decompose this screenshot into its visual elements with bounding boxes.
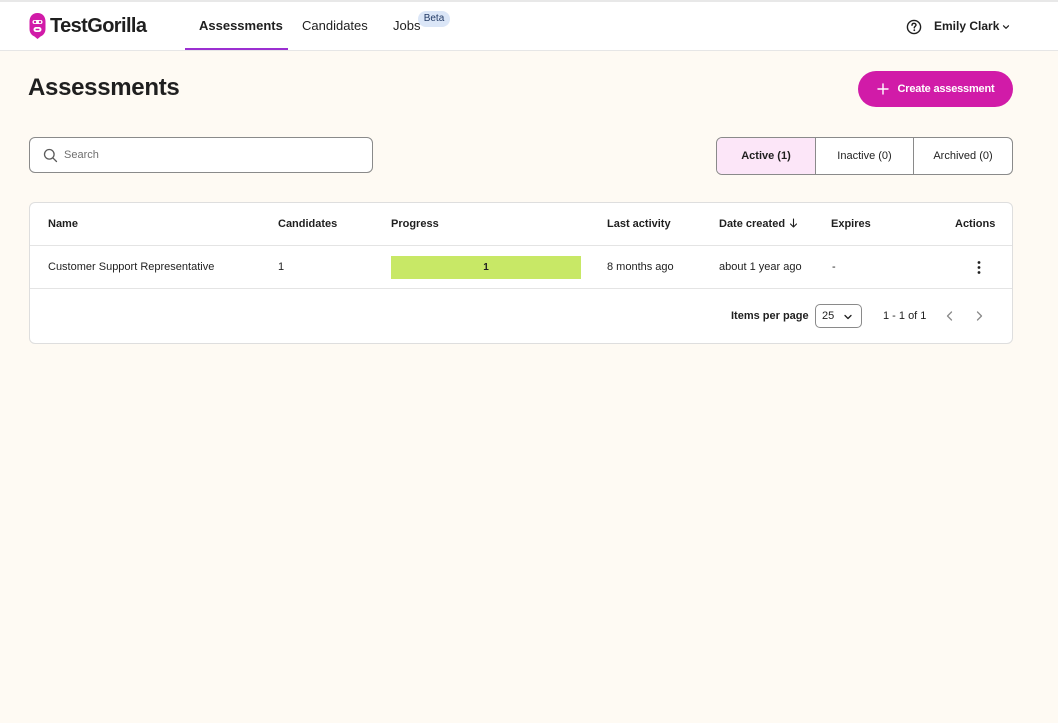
question-circle-icon[interactable]	[906, 19, 922, 35]
column-header-last-activity[interactable]: Last activity	[607, 217, 671, 231]
arrow-down-icon	[789, 218, 798, 228]
chevron-down-icon[interactable]	[1001, 22, 1011, 32]
progress-count: 1	[483, 262, 489, 273]
cell-name[interactable]: Customer Support Representative	[48, 260, 214, 274]
column-header-date-created[interactable]: Date created	[719, 217, 798, 231]
tab-inactive[interactable]: Inactive (0)	[816, 138, 914, 174]
cell-candidates: 1	[278, 261, 285, 273]
chevron-down-icon	[844, 314, 852, 320]
status-tabs: Active (1) Inactive (0) Archived (0)	[716, 137, 1013, 175]
column-header-expires[interactable]: Expires	[831, 217, 871, 231]
items-per-page-select[interactable]: 25	[815, 304, 862, 328]
more-actions-icon[interactable]	[973, 260, 985, 275]
tab-active[interactable]: Active (1)	[717, 138, 816, 174]
plus-icon	[876, 83, 889, 95]
page-title: Assessments	[28, 74, 180, 101]
assessments-table: Name Candidates Progress Last activity D…	[29, 202, 1013, 344]
user-menu-name[interactable]: Emily Clark	[934, 19, 999, 34]
beta-badge: Beta	[418, 11, 450, 27]
search-icon	[43, 148, 58, 163]
nav-assessments[interactable]: Assessments	[199, 2, 283, 50]
gorilla-logo-icon	[29, 13, 46, 39]
row-divider	[30, 288, 1012, 289]
tab-archived[interactable]: Archived (0)	[914, 138, 1012, 174]
brand-name: TestGorilla	[50, 14, 147, 37]
search-field[interactable]	[29, 137, 373, 173]
chevron-right-icon[interactable]	[973, 309, 985, 323]
items-per-page-label: Items per page	[731, 310, 809, 322]
progress-bar: 1	[391, 256, 581, 279]
cell-date-created: about 1 year ago	[719, 261, 802, 273]
top-navbar: TestGorilla Assessments Candidates Jobs …	[0, 2, 1058, 51]
column-header-candidates[interactable]: Candidates	[278, 217, 337, 231]
column-header-name[interactable]: Name	[48, 217, 78, 231]
search-input[interactable]	[64, 146, 364, 164]
nav-candidates[interactable]: Candidates	[302, 2, 368, 50]
column-header-actions: Actions	[955, 218, 996, 230]
cell-expires: -	[832, 261, 836, 273]
create-assessment-button[interactable]: Create assessment	[858, 71, 1013, 107]
chevron-left-icon[interactable]	[944, 309, 956, 323]
column-header-date-created-label: Date created	[719, 218, 786, 230]
column-header-progress[interactable]: Progress	[391, 217, 439, 231]
cell-last-activity: 8 months ago	[607, 261, 674, 273]
testgorilla-logo[interactable]: TestGorilla	[28, 12, 147, 40]
nav-jobs[interactable]: Jobs	[393, 2, 420, 50]
header-divider	[30, 245, 1012, 246]
items-per-page-value: 25	[822, 310, 835, 322]
create-assessment-label: Create assessment	[897, 83, 995, 95]
pagination-range: 1 - 1 of 1	[883, 310, 927, 322]
active-nav-underline	[185, 48, 288, 50]
